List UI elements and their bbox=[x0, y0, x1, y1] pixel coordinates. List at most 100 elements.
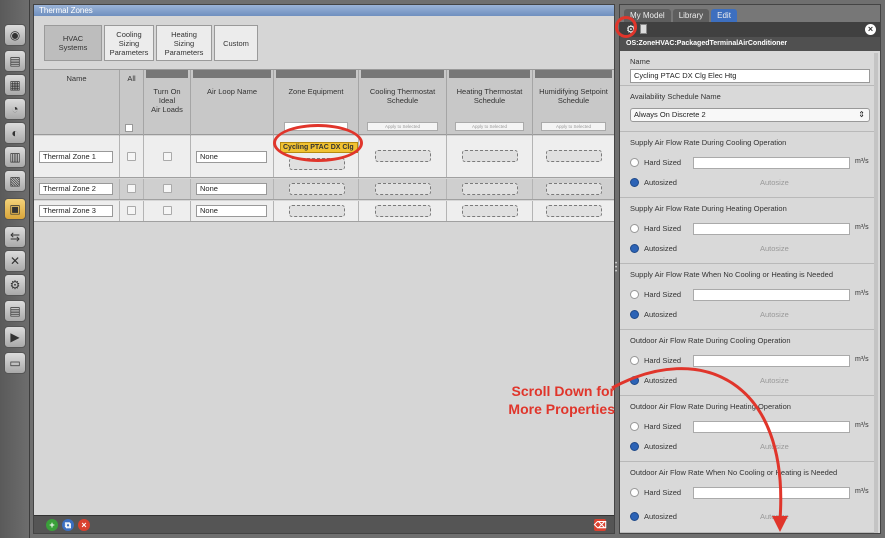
facility-icon[interactable]: ▧ bbox=[4, 170, 26, 192]
loads-icon[interactable]: ◔ bbox=[4, 98, 26, 120]
name-section: Name Cycling PTAC DX Clg Elec Htg bbox=[620, 53, 874, 86]
autosized-radio[interactable] bbox=[630, 512, 639, 521]
row-select-checkbox[interactable] bbox=[127, 206, 136, 215]
thermal-zones-panel: Thermal Zones HVAC Systems Cooling Sizin… bbox=[33, 4, 615, 534]
flow-value-field[interactable] bbox=[693, 421, 850, 433]
object-name-field[interactable]: Cycling PTAC DX Clg Elec Htg bbox=[630, 69, 870, 83]
flow-section: Outdoor Air Flow Rate When No Cooling or… bbox=[620, 462, 874, 533]
field-label: Outdoor Air Flow Rate During Cooling Ope… bbox=[630, 336, 791, 345]
cooling-schedule-drop-zone[interactable] bbox=[375, 150, 431, 162]
properties-list: Name Cycling PTAC DX Clg Elec Htg Availa… bbox=[620, 53, 880, 533]
tab-edit[interactable]: Edit bbox=[711, 9, 737, 22]
autosize-text: Autosize bbox=[760, 178, 789, 187]
space-types-icon[interactable]: ◐ bbox=[4, 122, 26, 144]
autosized-radio[interactable] bbox=[630, 310, 639, 319]
humidifying-schedule-drop-zone[interactable] bbox=[546, 205, 602, 217]
purge-icon[interactable]: ⌫ bbox=[594, 519, 607, 531]
autosized-radio[interactable] bbox=[630, 376, 639, 385]
table-row[interactable]: Thermal Zone 2 None bbox=[34, 179, 614, 200]
ideal-air-checkbox[interactable] bbox=[163, 206, 172, 215]
air-loop-field[interactable]: None bbox=[196, 183, 267, 195]
copy-zone-icon[interactable]: ⧉ bbox=[62, 519, 74, 531]
results-summary-icon[interactable]: ▭ bbox=[4, 352, 26, 374]
air-loop-field[interactable]: None bbox=[196, 205, 267, 217]
hard-sized-label: Hard Sized bbox=[644, 422, 682, 431]
row-select-checkbox[interactable] bbox=[127, 184, 136, 193]
ideal-air-checkbox[interactable] bbox=[163, 184, 172, 193]
hard-sized-radio[interactable] bbox=[630, 488, 639, 497]
hard-sized-radio[interactable] bbox=[630, 290, 639, 299]
cooling-schedule-drop-zone[interactable] bbox=[375, 205, 431, 217]
run-simulation-icon[interactable]: ▶ bbox=[4, 326, 26, 348]
measures-icon[interactable]: ⚙ bbox=[4, 274, 26, 296]
thermal-zones-icon[interactable]: ▣ bbox=[4, 198, 26, 220]
remove-zone-icon[interactable]: × bbox=[78, 519, 90, 531]
object-class-name: OS:ZoneHVAC:PackagedTerminalAirCondition… bbox=[620, 37, 880, 51]
hvac-systems-icon[interactable]: ⇆ bbox=[4, 226, 26, 248]
autosized-radio[interactable] bbox=[630, 442, 639, 451]
flow-section: Outdoor Air Flow Rate During Heating Ope… bbox=[620, 396, 874, 462]
air-loop-field[interactable]: None bbox=[196, 151, 267, 163]
col-air-loop-header: Air Loop Name bbox=[191, 70, 274, 136]
tab-heating-sizing[interactable]: Heating Sizing Parameters bbox=[156, 25, 212, 61]
zone-name-field[interactable]: Thermal Zone 2 bbox=[39, 183, 113, 195]
hard-sized-radio[interactable] bbox=[630, 158, 639, 167]
apply-cooling-button[interactable]: Apply to Selected bbox=[367, 122, 438, 131]
inspector-scrollbar[interactable] bbox=[874, 53, 878, 533]
add-zone-icon[interactable]: + bbox=[46, 519, 58, 531]
constructions-icon[interactable]: ▦ bbox=[4, 74, 26, 96]
tab-cooling-sizing[interactable]: Cooling Sizing Parameters bbox=[104, 25, 154, 61]
apply-humidifying-button[interactable]: Apply to Selected bbox=[541, 122, 606, 131]
ideal-air-checkbox[interactable] bbox=[163, 152, 172, 161]
select-all-checkbox[interactable] bbox=[125, 124, 133, 132]
zone-name-field[interactable]: Thermal Zone 3 bbox=[39, 205, 113, 217]
inspector-tab-bar: My Model Library Edit bbox=[620, 5, 880, 22]
flow-value-field[interactable] bbox=[693, 355, 850, 367]
flow-value-field[interactable] bbox=[693, 289, 850, 301]
hard-sized-label: Hard Sized bbox=[644, 158, 682, 167]
autosized-label: Autosized bbox=[644, 376, 677, 385]
equipment-drop-zone[interactable] bbox=[289, 183, 345, 195]
site-icon[interactable]: ◉ bbox=[4, 24, 26, 46]
schedules-icon[interactable]: ▤ bbox=[4, 50, 26, 72]
tab-hvac-systems[interactable]: HVAC Systems bbox=[44, 25, 102, 61]
building-summary-icon[interactable]: ✕ bbox=[4, 250, 26, 272]
table-row[interactable]: Thermal Zone 3 None bbox=[34, 201, 614, 222]
flow-value-field[interactable] bbox=[693, 223, 850, 235]
row-select-checkbox[interactable] bbox=[127, 152, 136, 161]
flow-value-field[interactable] bbox=[693, 157, 850, 169]
heating-schedule-drop-zone[interactable] bbox=[462, 150, 518, 162]
heating-schedule-drop-zone[interactable] bbox=[462, 205, 518, 217]
humidifying-schedule-drop-zone[interactable] bbox=[546, 150, 602, 162]
geometry-icon[interactable]: ▥ bbox=[4, 146, 26, 168]
autosized-radio[interactable] bbox=[630, 244, 639, 253]
flow-value-field[interactable] bbox=[693, 487, 850, 499]
availability-select[interactable]: Always On Discrete 2 ⇕ bbox=[630, 108, 870, 122]
app-window: ◉ ▤ ▦ ◔ ◐ ▥ ▧ ▣ ⇆ ✕ ⚙ ▤ ▶ ▭ Thermal Zone… bbox=[0, 0, 885, 538]
cooling-schedule-drop-zone[interactable] bbox=[375, 183, 431, 195]
zone-name-field[interactable]: Thermal Zone 1 bbox=[39, 151, 113, 163]
autosized-radio[interactable] bbox=[630, 178, 639, 187]
panel-footer: + ⧉ × ⌫ bbox=[34, 515, 614, 533]
simulation-settings-icon[interactable]: ▤ bbox=[4, 300, 26, 322]
panel-title: Thermal Zones bbox=[34, 5, 614, 16]
splitter-handle[interactable]: • • • bbox=[615, 261, 619, 276]
close-icon[interactable]: × bbox=[865, 24, 876, 35]
hard-sized-label: Hard Sized bbox=[644, 488, 682, 497]
tab-custom[interactable]: Custom bbox=[214, 25, 258, 61]
subtab-bar: HVAC Systems Cooling Sizing Parameters H… bbox=[44, 25, 260, 61]
hard-sized-radio[interactable] bbox=[630, 224, 639, 233]
apply-heating-button[interactable]: Apply to Selected bbox=[455, 122, 524, 131]
document-icon[interactable] bbox=[640, 24, 647, 34]
tab-library[interactable]: Library bbox=[672, 9, 710, 22]
humidifying-schedule-drop-zone[interactable] bbox=[546, 183, 602, 195]
hard-sized-radio[interactable] bbox=[630, 356, 639, 365]
flow-section: Supply Air Flow Rate During Heating Oper… bbox=[620, 198, 874, 264]
flow-section: Supply Air Flow Rate When No Cooling or … bbox=[620, 264, 874, 330]
equipment-drop-zone[interactable] bbox=[289, 205, 345, 217]
autosized-label: Autosized bbox=[644, 442, 677, 451]
equipment-highlight-circle bbox=[273, 124, 363, 162]
heating-schedule-drop-zone[interactable] bbox=[462, 183, 518, 195]
hard-sized-radio[interactable] bbox=[630, 422, 639, 431]
scroll-hint-annotation: Scroll Down for More Properties bbox=[508, 383, 615, 417]
